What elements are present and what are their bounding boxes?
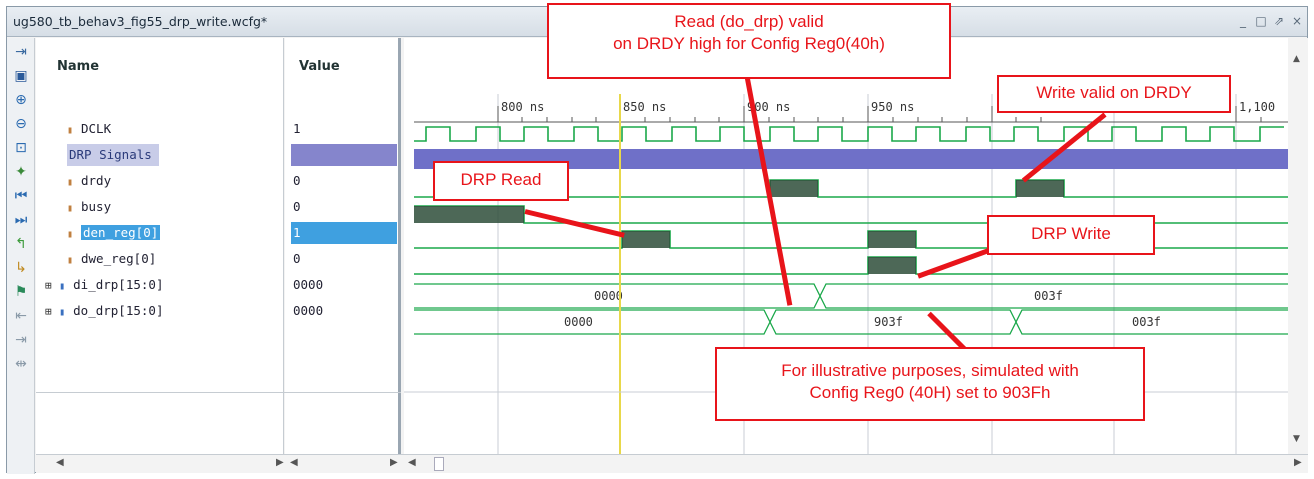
signal-name: DRP Signals <box>69 147 152 162</box>
waveform-window: ug580_tb_behav3_fig55_drp_write.wcfg* _ … <box>6 3 1308 474</box>
tick-label-950: 950 ns <box>871 100 914 114</box>
previous-marker-icon[interactable]: ⇤ <box>11 306 31 326</box>
di-drp-bus <box>414 283 1288 309</box>
tick-label-850: 850 ns <box>623 100 666 114</box>
values-scroll-left-icon[interactable]: ◀ <box>290 457 298 468</box>
vertical-scrollbar[interactable]: ▲ ▼ <box>1289 38 1308 454</box>
tick-label-800: 800 ns <box>501 100 544 114</box>
value-busy: 0 <box>293 199 301 214</box>
tick-label-1100: 1,100 <box>1239 100 1275 114</box>
signal-row-do-drp[interactable]: ⊞ ▮ do_drp[15:0] <box>45 300 163 322</box>
value-group-band <box>291 144 397 166</box>
window-title: ug580_tb_behav3_fig55_drp_write.wcfg* <box>13 14 268 29</box>
horizontal-scrollbars[interactable]: ◀ ▶ ◀ ▶ ◀ ▶ <box>36 454 1308 473</box>
scroll-up-icon[interactable]: ▲ <box>1293 54 1300 64</box>
signal-row-dclk[interactable]: ▮ DCLK <box>67 118 111 140</box>
bus-signal-icon: ▮ <box>59 307 66 318</box>
den-read-pulse <box>622 231 670 248</box>
next-transition-icon[interactable]: ↳ <box>11 258 31 278</box>
signal-name: den_reg[0] <box>81 225 161 240</box>
zoom-in-icon[interactable]: ⊕ <box>11 90 31 110</box>
goto-start-icon[interactable]: ⏮ <box>11 186 31 206</box>
signal-row-drdy[interactable]: ▮ drdy <box>67 170 111 192</box>
callout-drp-read: DRP Read <box>433 161 569 201</box>
drdy-pulse-fill-2 <box>1016 180 1064 197</box>
goto-cursor-icon[interactable]: ✦ <box>11 162 31 182</box>
expand-icon[interactable]: ⊞ <box>45 279 52 292</box>
values-scroll-right-icon[interactable]: ▶ <box>390 457 398 468</box>
dwe-write-pulse <box>868 257 916 274</box>
signal-name: busy <box>81 199 112 214</box>
value-drdy: 0 <box>293 173 301 188</box>
bit-signal-icon: ▮ <box>67 203 74 214</box>
zoom-out-icon[interactable]: ⊖ <box>11 114 31 134</box>
signal-name: DCLK <box>81 121 112 136</box>
drdy-pulse-fill <box>770 180 818 197</box>
name-column-header[interactable]: Name <box>57 59 99 79</box>
value-do-drp: 0000 <box>293 303 324 318</box>
value-den-reg: 1 <box>293 225 301 240</box>
float-button[interactable]: ⇗ <box>1271 13 1287 29</box>
callout-illustrative: For illustrative purposes, simulated wit… <box>715 347 1145 421</box>
names-scroll-right-icon[interactable]: ▶ <box>276 457 284 468</box>
callout-read-valid: Read (do_drp) valid on DRDY high for Con… <box>547 3 951 79</box>
bit-signal-icon: ▮ <box>67 229 74 240</box>
signal-name: do_drp[15:0] <box>73 303 164 318</box>
maximize-button[interactable]: □ <box>1253 13 1269 29</box>
signal-row-busy[interactable]: ▮ busy <box>67 196 111 218</box>
value-column-header[interactable]: Value <box>299 59 340 79</box>
signal-name: di_drp[15:0] <box>73 277 164 292</box>
goto-end-icon[interactable]: ⏭ <box>11 210 31 230</box>
next-marker-icon[interactable]: ⇥ <box>11 330 31 350</box>
callout-drp-write: DRP Write <box>987 215 1155 255</box>
close-button[interactable]: × <box>1289 13 1305 29</box>
signal-row-dwe-reg[interactable]: ▮ dwe_reg[0] <box>67 248 156 270</box>
add-marker-icon[interactable]: ⚑ <box>11 282 31 302</box>
previous-transition-icon[interactable]: ↰ <box>11 234 31 254</box>
signal-row-di-drp[interactable]: ⊞ ▮ di_drp[15:0] <box>45 274 163 296</box>
do-drp-value-1: 903f <box>874 315 903 329</box>
value-di-drp: 0000 <box>293 277 324 292</box>
waveform-toolbar: ⇥ ▣ ⊕ ⊖ ⊡ ✦ ⏮ ⏭ ↰ ↳ ⚑ ⇤ ⇥ ⇹ <box>7 38 35 474</box>
do-drp-value-0: 0000 <box>564 315 593 329</box>
zoom-fit-icon[interactable]: ⊡ <box>11 138 31 158</box>
bit-signal-icon: ▮ <box>67 125 74 136</box>
signal-name: drdy <box>81 173 112 188</box>
callout-write-valid: Write valid on DRDY <box>997 75 1231 113</box>
save-icon[interactable]: ▣ <box>11 66 31 86</box>
signal-group-drp-signals[interactable]: DRP Signals <box>67 144 159 166</box>
bit-signal-icon: ▮ <box>67 177 74 188</box>
value-selected-band <box>291 222 397 244</box>
value-dclk: 1 <box>293 121 301 136</box>
di-drp-value-1: 003f <box>1034 289 1063 303</box>
value-dwe-reg: 0 <box>293 251 301 266</box>
wave-scroll-left-icon[interactable]: ◀ <box>408 457 416 468</box>
expand-icon[interactable]: ⊞ <box>45 305 52 318</box>
signal-name: dwe_reg[0] <box>81 251 157 266</box>
swap-cursors-icon[interactable]: ⇹ <box>11 354 31 374</box>
signal-row-den-reg[interactable]: ▮ den_reg[0] <box>67 222 161 244</box>
scroll-down-icon[interactable]: ▼ <box>1293 434 1300 444</box>
bit-signal-icon: ▮ <box>67 255 74 266</box>
wave-scroll-right-icon[interactable]: ▶ <box>1294 457 1302 468</box>
do-drp-value-2: 003f <box>1132 315 1161 329</box>
zoom-to-cursor-icon[interactable]: ⇥ <box>11 42 31 62</box>
wave-scroll-thumb[interactable] <box>434 457 444 471</box>
dwe-reg-waveform <box>414 256 1288 275</box>
busy-high-fill <box>414 206 524 223</box>
names-scroll-left-icon[interactable]: ◀ <box>56 457 64 468</box>
dclk-waveform <box>414 126 1284 142</box>
panel-divider <box>36 392 401 393</box>
di-drp-value-0: 0000 <box>594 289 623 303</box>
minimize-button[interactable]: _ <box>1235 13 1251 29</box>
bus-signal-icon: ▮ <box>59 281 66 292</box>
den-write-pulse <box>868 231 916 248</box>
den-reg-waveform <box>414 230 1288 249</box>
